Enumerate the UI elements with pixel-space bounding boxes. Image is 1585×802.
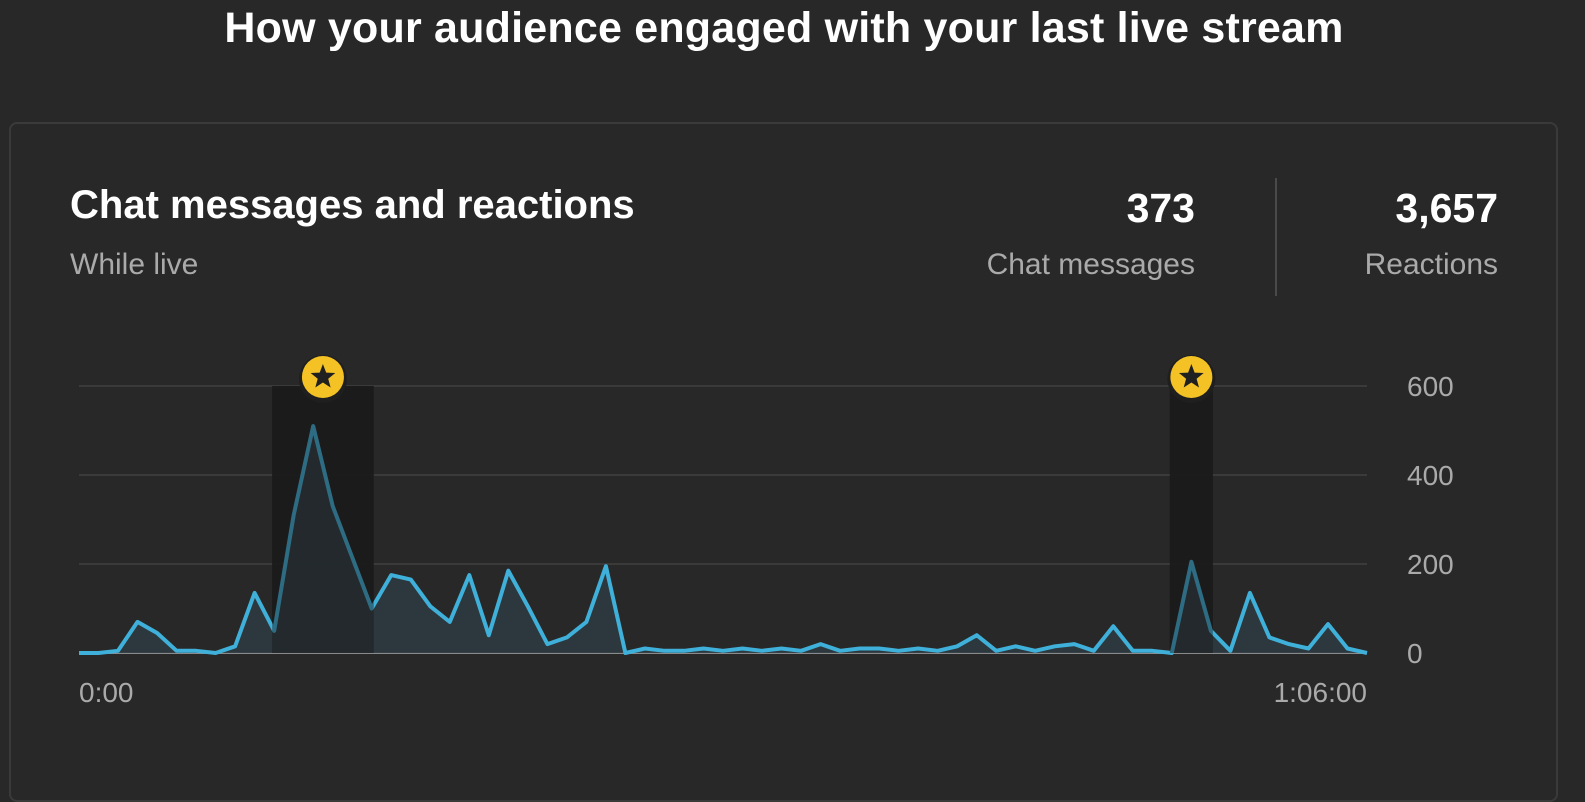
x-tick-label-start: 0:00 xyxy=(79,677,134,708)
y-tick-label-600: 600 xyxy=(1407,371,1454,402)
y-tick-label-400: 400 xyxy=(1407,460,1454,491)
x-tick-label-end: 1:06:00 xyxy=(1274,677,1367,708)
y-tick-label-200: 200 xyxy=(1407,549,1454,580)
y-tick-label-0: 0 xyxy=(1407,638,1423,669)
highlight-overlay-0 xyxy=(272,386,374,653)
highlight-overlay-1 xyxy=(1169,386,1213,653)
engagement-chart[interactable]: 0 200 400 600 0:00 1:06:00 xyxy=(0,0,1585,772)
